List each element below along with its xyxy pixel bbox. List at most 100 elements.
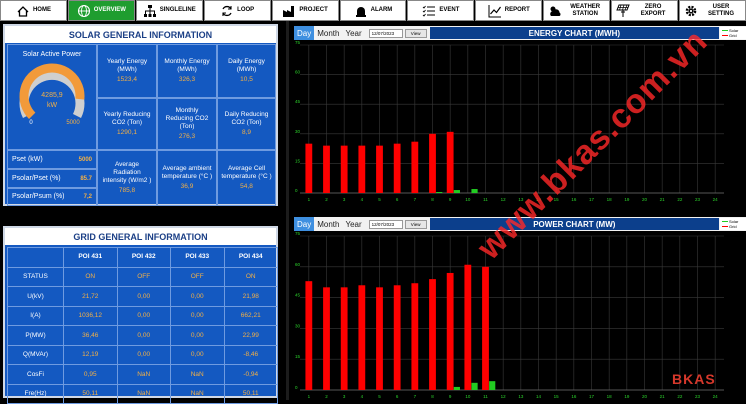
y-tick-label: 15	[295, 354, 301, 359]
x-tick-label: 18	[607, 197, 613, 202]
energy-chart-panel: Day Month Year 12/07/2023 View ENERGY CH…	[294, 26, 746, 202]
grid-bar	[376, 145, 383, 193]
x-tick-label: 23	[695, 394, 701, 399]
grid-cell-value: 0,00	[170, 344, 225, 365]
solar-stat-cell: Monthly Reducing CO2 (Ton) 276,3	[157, 98, 217, 150]
factory-icon	[282, 4, 296, 18]
tab-year[interactable]: Year	[342, 217, 364, 231]
nav-weather-station[interactable]: WEATHER STATION	[543, 0, 611, 21]
stat-label: Average Radiation intensity (W/m2 )	[102, 161, 152, 184]
solar-stat-cell: Average Cell temperature (°C ) 54,8	[217, 150, 276, 206]
x-tick-label: 19	[624, 197, 630, 202]
grid-bar	[446, 272, 454, 390]
stat-label: Average ambient temperature (°C )	[161, 165, 213, 180]
x-tick-label: 4	[361, 394, 364, 399]
solar-bar	[453, 190, 460, 193]
x-tick-label: 1	[308, 197, 311, 202]
stat-value: 8,9	[241, 129, 252, 136]
x-tick-label: 18	[607, 394, 613, 399]
x-tick-label: 8	[431, 394, 434, 399]
grid-bar	[429, 279, 436, 390]
bkas-logo: BKAS	[672, 371, 716, 387]
y-tick-label: 45	[295, 293, 301, 298]
y-tick-label: 75	[295, 41, 301, 45]
grid-cell-value: 0,95	[63, 364, 118, 385]
grid-cell-value: -8,46	[223, 344, 278, 365]
nav-alarm[interactable]: ALARM	[339, 0, 407, 21]
nav-project[interactable]: PROJECT	[271, 0, 339, 21]
solar-info-panel: SOLAR GENERAL INFORMATION Solar Active P…	[3, 24, 278, 206]
legend-grid: Grid	[722, 33, 746, 38]
stat-label: Yearly Energy (MWh)	[106, 58, 148, 73]
grid-cell-value: 0,00	[170, 305, 225, 326]
stat-value: 326,3	[178, 76, 196, 83]
grid-row-label: STATUS	[7, 266, 64, 287]
tab-month[interactable]: Month	[314, 217, 342, 231]
grid-cell-value: NaN	[116, 364, 171, 385]
nav-label: LOOP	[237, 7, 255, 13]
grid-bar	[429, 133, 436, 193]
table-row: CosFi 0,95 NaN NaN -0,94	[7, 364, 278, 385]
grid-cell-value: 21,72	[63, 286, 118, 307]
date-picker[interactable]: 12/07/2023	[368, 219, 403, 229]
x-tick-label: 24	[713, 394, 719, 399]
nav-zero-export[interactable]: ZERO EXPORT	[611, 0, 679, 21]
table-row: STATUS ON OFF OFF ON	[7, 266, 278, 287]
tab-year[interactable]: Year	[342, 26, 364, 40]
nav-user-setting[interactable]: USER SETTING	[679, 0, 746, 21]
nav-overview[interactable]: OVERVIEW	[67, 0, 135, 21]
pset-value: 7,2	[83, 194, 92, 200]
grid-cell-value: ON	[63, 266, 118, 287]
nav-report[interactable]: REPORT	[475, 0, 543, 21]
view-button[interactable]: View	[404, 219, 427, 229]
weather-icon	[548, 4, 562, 18]
x-tick-label: 4	[361, 197, 364, 202]
pset-row: Psolar/Pset (%) 85.7	[7, 169, 97, 188]
power-chart-toolbar: Day Month Year 12/07/2023 View POWER CHA…	[294, 217, 746, 231]
grid-cell-value: 21,98	[223, 286, 278, 307]
stat-label: Daily Reducing CO2 (Ton)	[224, 111, 269, 126]
x-tick-label: 5	[378, 197, 381, 202]
gauge-label: Solar Active Power	[22, 51, 82, 58]
x-tick-label: 15	[554, 197, 560, 202]
home-icon	[16, 4, 30, 18]
date-picker[interactable]: 12/07/2023	[368, 28, 403, 38]
solar-bar	[453, 386, 460, 390]
solar-bar	[471, 382, 478, 390]
grid-bar	[393, 285, 401, 390]
x-tick-label: 6	[396, 197, 399, 202]
x-tick-label: 9	[449, 394, 452, 399]
solar-bar	[436, 192, 443, 193]
grid-cell-value: 50,11	[63, 383, 118, 404]
view-button[interactable]: View	[404, 28, 427, 38]
grid-cell-value: 0,00	[170, 286, 225, 307]
grid-cell-value: OFF	[170, 266, 225, 287]
nav-label: HOME	[32, 7, 51, 13]
nav-label: OVERVIEW	[93, 7, 126, 13]
tab-day[interactable]: Day	[294, 217, 315, 231]
pset-value: 85.7	[80, 175, 92, 182]
x-tick-label: 20	[642, 197, 648, 202]
nav-home[interactable]: HOME	[0, 0, 67, 21]
solar-panel-icon	[616, 4, 630, 18]
x-tick-label: 22	[677, 394, 683, 399]
x-tick-label: 23	[695, 197, 701, 202]
x-tick-label: 21	[660, 394, 666, 399]
stat-label: Yearly Reducing CO2 (Ton)	[103, 111, 151, 126]
solar-stat-cell: Average Radiation intensity (W/m2 ) 785,8	[97, 150, 157, 206]
nav-singleline[interactable]: SINGLELINE	[135, 0, 203, 21]
x-tick-label: 12	[501, 394, 507, 399]
legend-grid: Grid	[722, 224, 746, 229]
nav-loop[interactable]: LOOP	[203, 0, 271, 21]
y-tick-label: 0	[295, 188, 298, 193]
tab-month[interactable]: Month	[314, 26, 342, 40]
y-tick-label: 30	[295, 323, 301, 328]
x-tick-label: 16	[571, 394, 577, 399]
nav-event[interactable]: EVENT	[407, 0, 475, 21]
grid-panel-title: GRID GENERAL INFORMATION	[5, 228, 276, 245]
grid-cell-value: 0,00	[170, 325, 225, 346]
table-row: I(A) 1036,12 0,00 0,00 662,21	[7, 305, 278, 326]
grid-cell-value: 0,00	[116, 325, 171, 346]
tab-day[interactable]: Day	[294, 26, 315, 40]
y-tick-label: 60	[295, 70, 301, 75]
